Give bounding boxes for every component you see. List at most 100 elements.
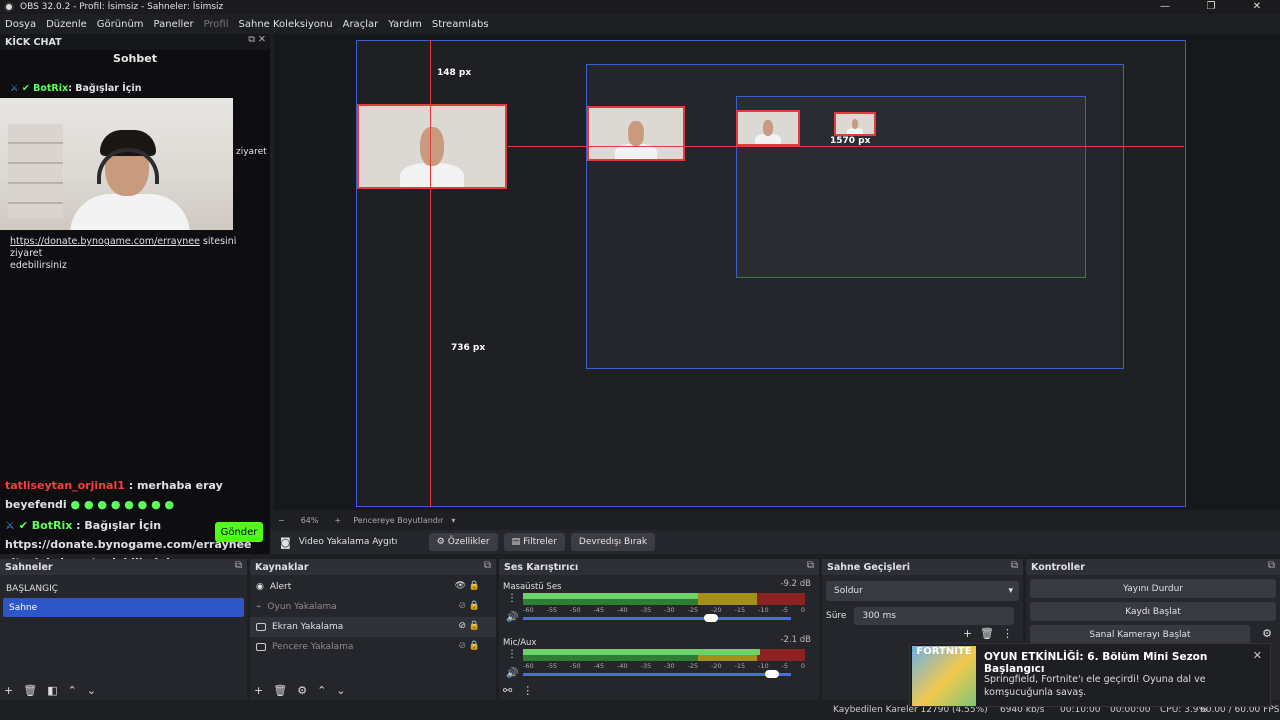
menu-docks[interactable]: Paneller [149, 19, 199, 30]
dock-float-icon[interactable]: ⧉ [235, 560, 242, 571]
mixer-channel: Mic/Aux -2.1 dB ⋮ -60 -55 -50 -45 -40 -35 -30 -25-… [503, 635, 815, 687]
filters-button[interactable]: ▤ Filtreler [503, 533, 565, 551]
deactivate-button[interactable]: Devredışı Bırak [570, 533, 656, 551]
meter-ticks: -60 -55 -50 -45 -40 -35 -30 -25 -20 -15 -10 -5 0 [523, 662, 805, 670]
gear-icon[interactable]: ⚙ [1262, 627, 1272, 640]
sources-dock: Kaynaklar ⧉ ◉ Alert 👁 🔒 ⌁ Oyun Yakalama ⊘ 🔒 Ekr… [250, 559, 496, 700]
start-virtual-camera-button[interactable]: Sanal Kamerayı Başlat [1030, 625, 1250, 644]
gear-icon[interactable]: ⚙ [297, 684, 307, 697]
source-item-game-capture[interactable]: ⌁ Oyun Yakalama ⊘ 🔒 [250, 597, 496, 617]
speaker-icon[interactable]: 🔊 [506, 668, 518, 679]
lock-icon[interactable]: 🔒 [469, 621, 480, 631]
zoom-in-button[interactable]: + [334, 516, 341, 525]
close-window-button[interactable]: ✕ [1234, 0, 1280, 14]
menu-dots-icon[interactable]: ⋮ [522, 684, 533, 697]
menu-file[interactable]: Dosya [0, 19, 41, 30]
chevron-down-icon: ▾ [1008, 586, 1013, 596]
meter-tick: -60 [523, 662, 534, 670]
transitions-header: Sahne Geçişleri ⧉ [822, 559, 1023, 575]
menu-help[interactable]: Yardım [383, 19, 427, 30]
scene-item-baslangic[interactable]: BAŞLANGIÇ [0, 579, 247, 598]
meter-tick: -50 [570, 606, 581, 614]
duration-input[interactable]: 300 ms [854, 607, 1015, 625]
donate-link[interactable]: https://donate.bynogame.com/erraynee [10, 236, 200, 247]
menu-view[interactable]: Görünüm [92, 19, 149, 30]
chat-username[interactable]: tatliseytan_orjinal1 [5, 479, 125, 492]
menu-tools[interactable]: Araçlar [338, 19, 384, 30]
menu-dots-icon[interactable]: ⋮ [507, 593, 517, 604]
menu-streamlabs[interactable]: Streamlabs [427, 19, 494, 30]
lock-icon[interactable]: 🔒 [469, 581, 480, 591]
meter-tick: -45 [593, 606, 605, 614]
speaker-icon[interactable]: 🔊 [506, 612, 518, 623]
menu-dots-icon[interactable]: ⋮ [1002, 627, 1013, 640]
channel-name: Mic/Aux [503, 638, 537, 648]
source-item-window-capture[interactable]: Pencere Yakalama ⊘ 🔒 [250, 637, 496, 657]
add-icon[interactable]: + [4, 684, 13, 697]
chevron-down-icon[interactable]: ⌄ [87, 684, 96, 697]
source-item-screen-capture[interactable]: Ekran Yakalama ⊘ 🔒 [250, 617, 496, 637]
nested-webcam-source-3 [834, 112, 876, 136]
dock-controls-icon[interactable]: ⧉ ✕ [248, 34, 266, 45]
dock-float-icon[interactable]: ⧉ [1011, 560, 1018, 571]
close-icon[interactable]: ✕ [1253, 649, 1262, 662]
chevron-down-icon[interactable]: ▾ [451, 516, 455, 525]
chat-send-button[interactable]: Gönder [215, 522, 263, 542]
trash-icon[interactable]: 🗑 [23, 684, 37, 697]
add-icon[interactable]: + [963, 627, 972, 640]
guide-line-horizontal [508, 146, 1184, 147]
chat-message-botrix-2: ⚔ ✔ BotRix : Bağışlar İçin [5, 520, 161, 532]
chat-text: : merhaba eray [128, 479, 223, 492]
title-bar: OBS 32.0.2 - Profil: İsimsiz - Sahneler:… [0, 0, 1280, 14]
toast-title: OYUN ETKİNLİĞİ: 6. Bölüm Mini Sezon Başl… [984, 651, 1208, 675]
dock-float-icon[interactable]: ⧉ [807, 560, 814, 571]
menu-dots-icon[interactable]: ⋮ [507, 649, 517, 660]
selected-webcam-source[interactable] [357, 104, 507, 189]
link-icon[interactable]: ⚯ [503, 684, 512, 697]
trash-icon[interactable]: 🗑 [980, 627, 994, 640]
meter-tick: -10 [758, 662, 769, 670]
send-label: Gönder [220, 526, 258, 538]
properties-button[interactable]: ⚙ Özellikler [428, 533, 498, 551]
scene-item-sahne[interactable]: Sahne [3, 598, 244, 617]
zoom-out-button[interactable]: − [278, 516, 285, 525]
fit-window-select[interactable]: Pencereye Boyutlandır [353, 516, 443, 525]
lock-icon[interactable]: 🔒 [469, 601, 480, 611]
maximize-button[interactable]: ❐ [1188, 0, 1234, 14]
notification-toast[interactable]: FORTNITE OYUN ETKİNLİĞİ: 6. Bölüm Mini S… [909, 643, 1271, 707]
filter-icon[interactable]: ◧ [47, 684, 57, 697]
chevron-up-icon[interactable]: ⌃ [317, 684, 326, 697]
meter-tick: -45 [593, 662, 605, 670]
chevron-down-icon[interactable]: ⌄ [336, 684, 345, 697]
dock-float-icon[interactable]: ⧉ [484, 560, 491, 571]
transition-select[interactable]: Soldur ▾ [826, 581, 1019, 601]
menu-scene-collection[interactable]: Sahne Koleksiyonu [234, 19, 338, 30]
chat-username[interactable]: BotRix [32, 519, 73, 532]
meter-tick: -5 [781, 606, 788, 614]
trash-icon[interactable]: 🗑 [273, 684, 287, 697]
eye-hidden-icon[interactable]: ⊘ [458, 641, 466, 651]
minimize-button[interactable]: — [1142, 0, 1188, 14]
volume-handle[interactable] [765, 670, 780, 678]
eye-icon[interactable]: 👁 [455, 581, 466, 591]
level-meter-fill [523, 593, 698, 599]
menu-edit[interactable]: Düzenle [41, 19, 92, 30]
chevron-up-icon[interactable]: ⌃ [68, 684, 77, 697]
stop-stream-button[interactable]: Yayını Durdur [1030, 579, 1276, 598]
eye-hidden-icon[interactable]: ⊘ [458, 601, 466, 611]
guide-line-vertical [430, 40, 431, 507]
eye-hidden-icon[interactable]: ⊘ [458, 621, 466, 631]
volume-slider[interactable] [523, 673, 791, 676]
volume-slider[interactable] [523, 617, 791, 620]
start-recording-button[interactable]: Kaydı Başlat [1030, 602, 1276, 621]
add-icon[interactable]: + [254, 684, 263, 697]
volume-handle[interactable] [703, 614, 718, 622]
chat-text: : Bağışlar İçin [76, 519, 162, 532]
lock-icon[interactable]: 🔒 [469, 641, 480, 651]
dock-float-icon[interactable]: ⧉ [1268, 560, 1275, 571]
transition-value: Soldur [834, 586, 863, 596]
menu-bar: Dosya Düzenle Görünüm Paneller Profil Sa… [0, 15, 1280, 33]
source-item-alert[interactable]: ◉ Alert 👁 🔒 [250, 577, 496, 597]
menu-profile[interactable]: Profil [199, 19, 234, 30]
chat-username[interactable]: BotRix [33, 83, 68, 94]
